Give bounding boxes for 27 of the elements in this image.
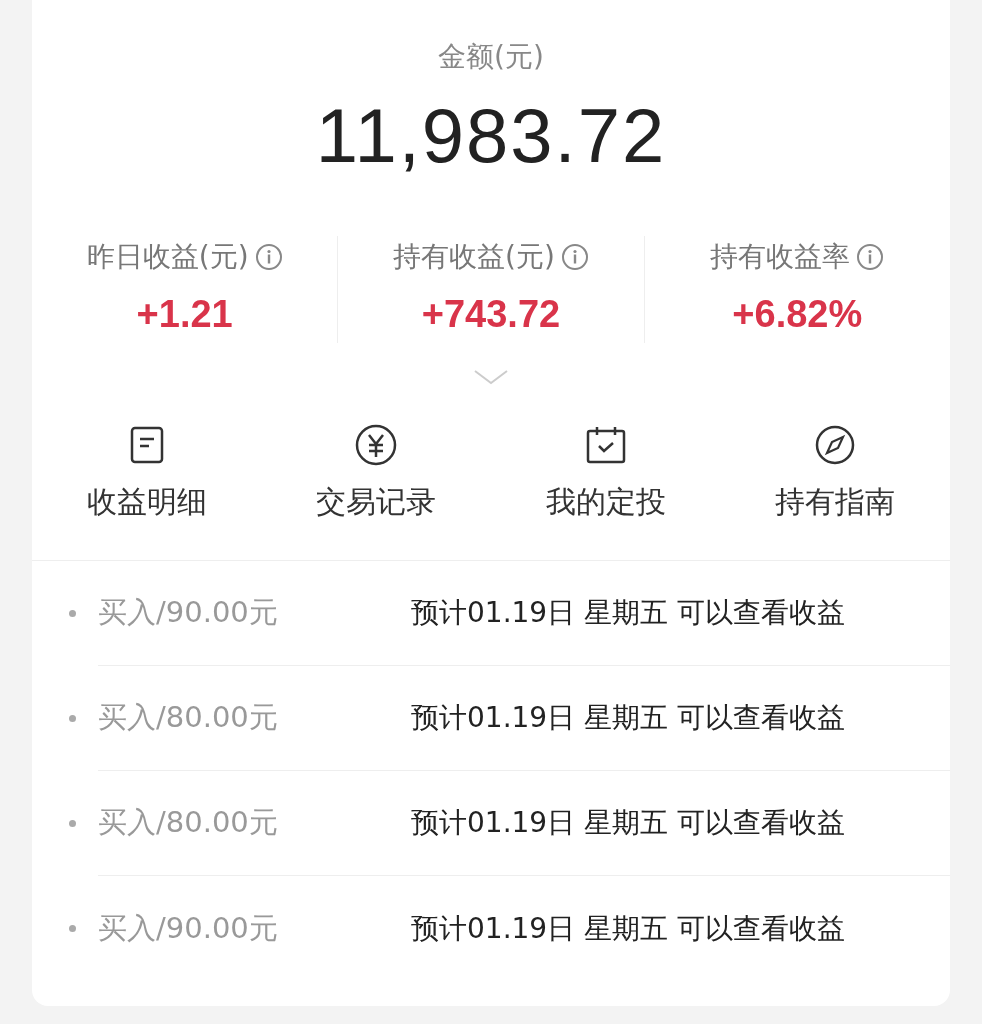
stat-value: +743.72 [421, 292, 561, 337]
balance-label: 金额(元) [438, 39, 544, 75]
record-amount: 买入/80.00元 [98, 804, 279, 842]
record-amount: 买入/90.00元 [98, 594, 279, 632]
compass-icon [815, 425, 856, 465]
record-note: 预计01.19日 星期五 可以查看收益 [411, 700, 845, 736]
stat-value: +6.82% [732, 292, 863, 337]
record-note: 预计01.19日 星期五 可以查看收益 [411, 595, 845, 631]
shortcut-label[interactable]: 我的定投 [545, 479, 666, 524]
record-amount: 买入/90.00元 [98, 909, 279, 947]
record-note: 预计01.19日 星期五 可以查看收益 [411, 805, 845, 841]
shortcut-label[interactable]: 收益明细 [86, 479, 207, 524]
record-amount: 买入/80.00元 [98, 699, 279, 737]
stat-label: 持有收益(元) [393, 239, 555, 275]
balance-value: 11,983.72 [315, 98, 667, 174]
info-icon[interactable] [560, 243, 589, 271]
shortcut-label[interactable]: 交易记录 [316, 479, 437, 524]
info-icon[interactable] [254, 243, 283, 271]
stat-label: 昨日收益(元) [86, 239, 249, 275]
document-icon [129, 426, 164, 464]
yen-icon [355, 424, 398, 466]
shortcut-label[interactable]: 持有指南 [775, 479, 896, 524]
stat-label: 持有收益率 [710, 239, 851, 275]
calendar-check-icon [585, 426, 626, 464]
info-icon[interactable] [856, 243, 885, 271]
stat-value: +1.21 [136, 292, 233, 337]
record-note: 预计01.19日 星期五 可以查看收益 [411, 910, 845, 947]
